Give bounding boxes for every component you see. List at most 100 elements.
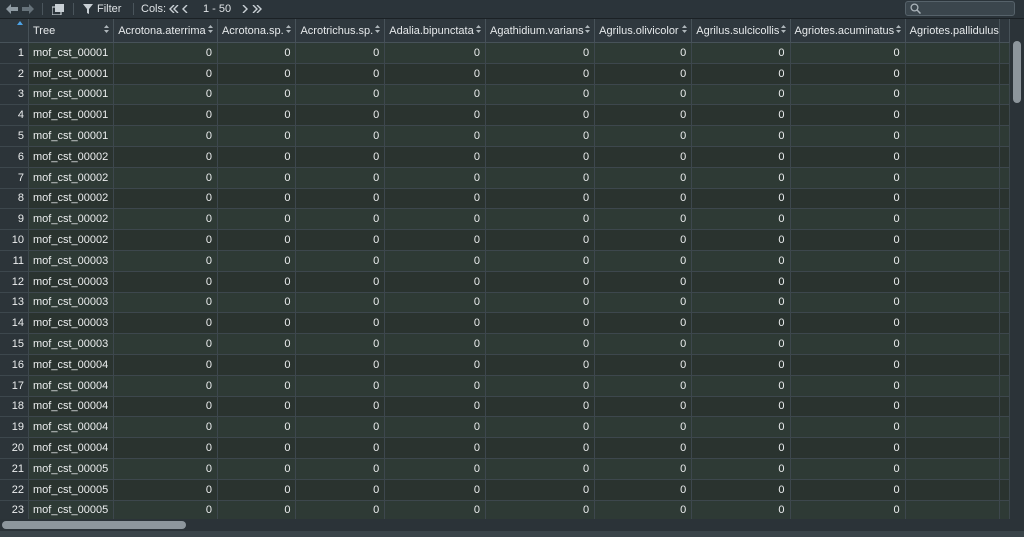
row-index-header[interactable] [0, 19, 29, 43]
scrollbar-corner [1010, 519, 1024, 531]
vertical-scrollbar[interactable] [1010, 19, 1024, 519]
value-cell: 0 [691, 375, 791, 397]
table-row[interactable]: 12 mof_cst_00003 0 0 0 0 0 0 0 0 [0, 271, 1010, 293]
value-cell: 0 [113, 416, 218, 439]
value-cell: 0 [790, 354, 906, 376]
value-cell: 0 [691, 42, 791, 64]
value-cell: 0 [594, 188, 693, 210]
value-cell [905, 125, 1001, 147]
table-row[interactable]: 18 mof_cst_00004 0 0 0 0 0 0 0 0 [0, 396, 1010, 418]
horizontal-scrollbar[interactable] [0, 519, 1010, 531]
value-cell: 0 [594, 354, 693, 376]
value-cell: 0 [485, 125, 596, 147]
value-cell: 0 [790, 84, 906, 106]
value-cell: 0 [113, 312, 218, 335]
column-header[interactable]: Agriotes.acuminatus [790, 19, 906, 43]
forward-button[interactable] [21, 1, 35, 17]
value-cell: 0 [691, 292, 791, 314]
overflow-cell [999, 312, 1010, 335]
value-cell: 0 [295, 500, 386, 519]
table-row[interactable]: 5 mof_cst_00001 0 0 0 0 0 0 0 0 [0, 125, 1010, 147]
value-cell: 0 [691, 104, 791, 127]
overflow-cell [999, 229, 1010, 251]
table-row[interactable]: 2 mof_cst_00001 0 0 0 0 0 0 0 0 [0, 63, 1010, 85]
value-cell: 0 [790, 146, 906, 168]
table-row[interactable]: 3 mof_cst_00001 0 0 0 0 0 0 0 0 [0, 84, 1010, 106]
value-cell: 0 [295, 458, 386, 480]
value-cell: 0 [217, 271, 297, 293]
value-cell: 0 [295, 42, 386, 64]
value-cell [905, 271, 1001, 293]
column-header[interactable]: Tree [28, 19, 115, 43]
overflow-cell [999, 375, 1010, 397]
value-cell: 0 [113, 479, 218, 501]
table-row[interactable]: 13 mof_cst_00003 0 0 0 0 0 0 0 0 [0, 292, 1010, 314]
table-row[interactable]: 7 mof_cst_00002 0 0 0 0 0 0 0 0 [0, 167, 1010, 189]
column-header[interactable]: Agrilus.olivicolor [594, 19, 693, 43]
value-cell: 0 [384, 125, 487, 147]
table-row[interactable]: 21 mof_cst_00005 0 0 0 0 0 0 0 0 [0, 458, 1010, 480]
table-row[interactable]: 22 mof_cst_00005 0 0 0 0 0 0 0 0 [0, 479, 1010, 501]
value-cell: 0 [384, 375, 487, 397]
table-row[interactable]: 11 mof_cst_00003 0 0 0 0 0 0 0 0 [0, 250, 1010, 272]
cols-next-button[interactable] [241, 1, 249, 17]
column-header[interactable]: Agrilus.sulcicollis [691, 19, 791, 43]
cols-last-button[interactable] [251, 1, 262, 17]
value-cell: 0 [485, 375, 596, 397]
value-cell: 0 [295, 250, 386, 272]
row-number: 23 [0, 500, 29, 519]
column-header-label: Acrotrichus.sp. [300, 24, 374, 37]
value-cell: 0 [691, 167, 791, 189]
table-row[interactable]: 6 mof_cst_00002 0 0 0 0 0 0 0 0 [0, 146, 1010, 168]
table-row[interactable]: 16 mof_cst_00004 0 0 0 0 0 0 0 0 [0, 354, 1010, 376]
horizontal-scroll-thumb[interactable] [2, 521, 186, 529]
column-header[interactable]: Agriotes.pallidulus [905, 19, 1001, 43]
row-number: 14 [0, 312, 29, 335]
table-row[interactable]: 20 mof_cst_00004 0 0 0 0 0 0 0 0 [0, 437, 1010, 459]
table-row[interactable]: 23 mof_cst_00005 0 0 0 0 0 0 0 0 [0, 500, 1010, 519]
value-cell: 0 [217, 479, 297, 501]
table-row[interactable]: 14 mof_cst_00003 0 0 0 0 0 0 0 0 [0, 312, 1010, 335]
column-header[interactable]: Agathidium.varians [485, 19, 596, 43]
table-row[interactable]: 19 mof_cst_00004 0 0 0 0 0 0 0 0 [0, 416, 1010, 439]
tree-cell: mof_cst_00002 [28, 208, 115, 231]
value-cell: 0 [691, 396, 791, 418]
tree-cell: mof_cst_00005 [28, 479, 115, 501]
column-header-label: Adalia.bipunctata [389, 24, 474, 37]
table-row[interactable]: 17 mof_cst_00004 0 0 0 0 0 0 0 0 [0, 375, 1010, 397]
value-cell: 0 [113, 292, 218, 314]
value-cell: 0 [295, 229, 386, 251]
table-row[interactable]: 15 mof_cst_00003 0 0 0 0 0 0 0 0 [0, 333, 1010, 355]
table-row[interactable]: 4 mof_cst_00001 0 0 0 0 0 0 0 0 [0, 104, 1010, 127]
cols-first-button[interactable] [168, 1, 179, 17]
value-cell: 0 [485, 63, 596, 85]
table-row[interactable]: 9 mof_cst_00002 0 0 0 0 0 0 0 0 [0, 208, 1010, 231]
popout-button[interactable] [51, 1, 65, 17]
value-cell: 0 [113, 250, 218, 272]
value-cell: 0 [113, 42, 218, 64]
column-header[interactable]: Acrotrichus.sp. [295, 19, 386, 43]
search-input[interactable] [924, 2, 1010, 15]
value-cell: 0 [217, 458, 297, 480]
data-table: Tree Acrotona.aterrima Acrotona.sp. Acrotri… [0, 19, 1010, 519]
row-number: 2 [0, 63, 29, 85]
table-row[interactable]: 8 mof_cst_00002 0 0 0 0 0 0 0 0 [0, 188, 1010, 210]
overflow-cell [999, 500, 1010, 519]
sort-ascending-icon [17, 21, 23, 25]
column-header[interactable]: Acrotona.sp. [217, 19, 297, 43]
value-cell: 0 [485, 104, 596, 127]
value-cell: 0 [113, 500, 218, 519]
filter-button[interactable]: Filter [83, 1, 123, 17]
row-number: 10 [0, 229, 29, 251]
value-cell: 0 [295, 292, 386, 314]
back-button[interactable] [5, 1, 19, 17]
column-header[interactable]: Acrotona.aterrima [113, 19, 218, 43]
table-body: 1 mof_cst_00001 0 0 0 0 0 0 0 0 2 mof_cst_00001 0 0 0 0… [0, 42, 1010, 519]
vertical-scroll-thumb[interactable] [1013, 41, 1021, 103]
value-cell [905, 437, 1001, 459]
table-row[interactable]: 10 mof_cst_00002 0 0 0 0 0 0 0 0 [0, 229, 1010, 251]
value-cell: 0 [113, 63, 218, 85]
column-header[interactable]: Adalia.bipunctata [384, 19, 487, 43]
cols-prev-button[interactable] [181, 1, 189, 17]
table-row[interactable]: 1 mof_cst_00001 0 0 0 0 0 0 0 0 [0, 42, 1010, 64]
